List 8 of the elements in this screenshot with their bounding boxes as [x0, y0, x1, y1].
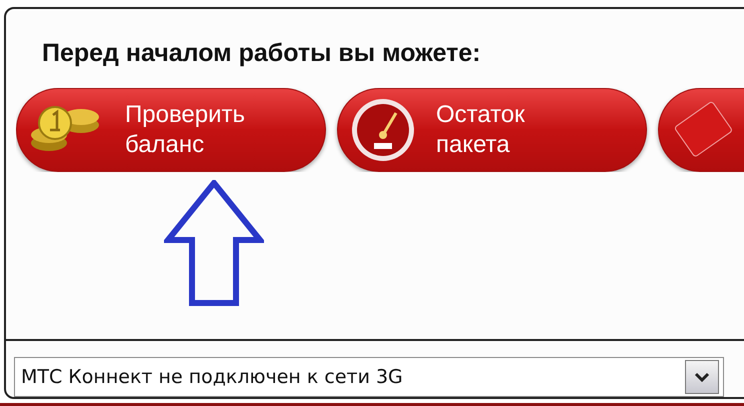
dropdown-button[interactable]: [685, 360, 719, 394]
chevron-down-icon: [694, 372, 710, 382]
gauge-icon: [350, 97, 416, 163]
action-button[interactable]: Проверить баланс: [16, 88, 326, 172]
status-select[interactable]: МТС Коннект не подключен к сети 3G: [14, 357, 724, 397]
action-button[interactable]: Остаток пакета: [337, 88, 647, 172]
heading: Перед началом работы вы можете:: [42, 39, 482, 68]
arrow-up-icon: [164, 180, 264, 306]
